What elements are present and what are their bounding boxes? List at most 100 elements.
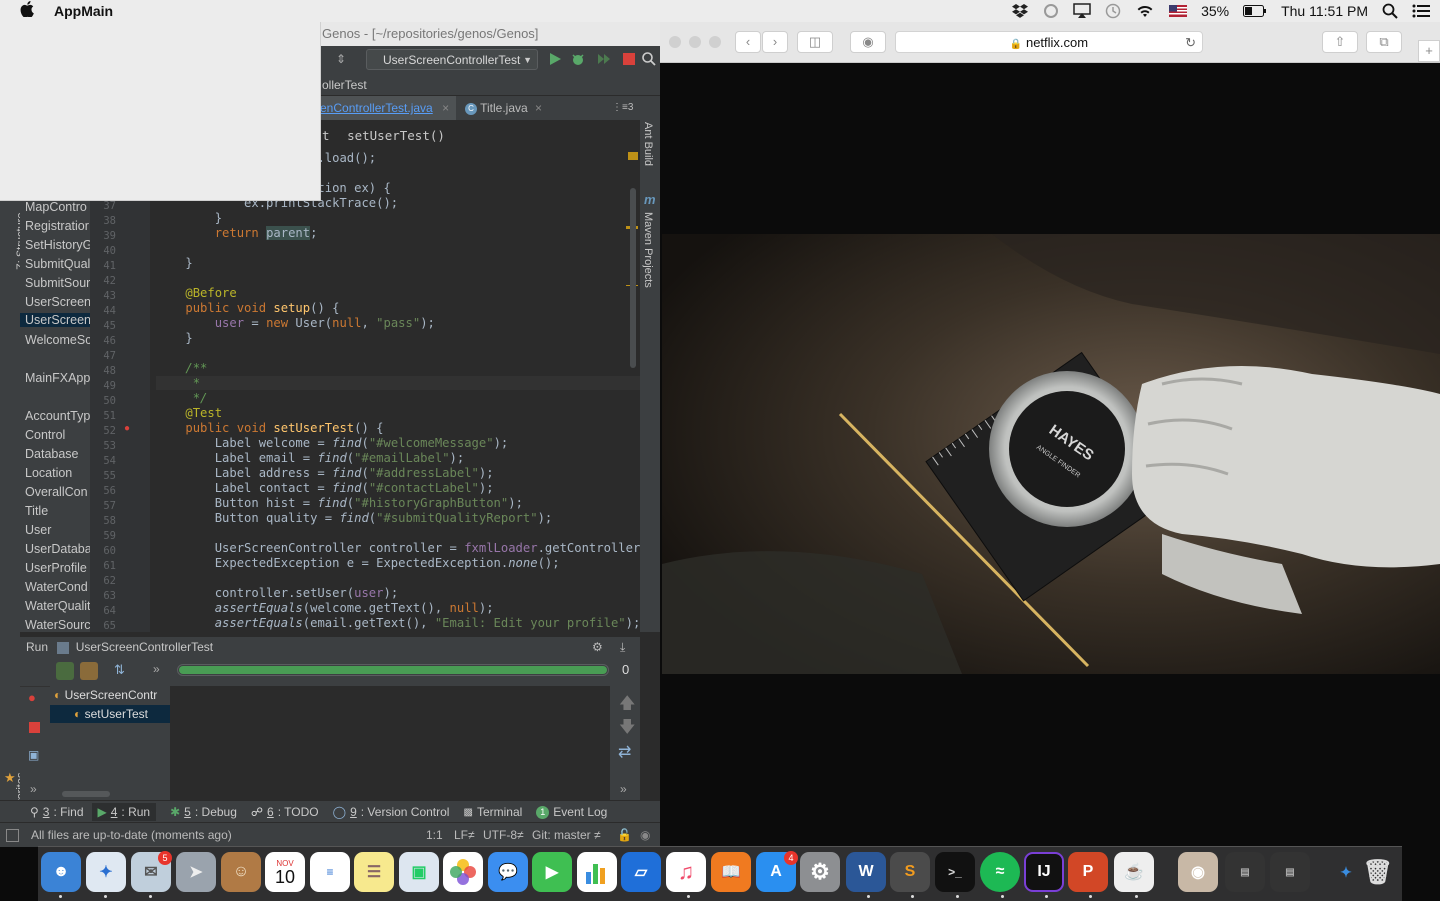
project-item[interactable]: AccountTyp xyxy=(25,409,90,423)
dropbox-icon[interactable] xyxy=(1011,3,1029,19)
airplay-icon[interactable] xyxy=(1073,3,1091,19)
preview-icon[interactable]: ▣ xyxy=(399,852,439,892)
rerun-failed-icon[interactable]: ● xyxy=(28,690,36,705)
sort-icon[interactable]: ⇅ xyxy=(114,662,125,678)
calendar-icon[interactable]: NOV 10 xyxy=(265,852,305,892)
privacy-button[interactable]: ◉ xyxy=(850,31,886,53)
run-icon[interactable] xyxy=(548,52,562,66)
search-icon[interactable] xyxy=(641,51,657,67)
messages-icon[interactable]: 💬 xyxy=(488,852,528,892)
project-item[interactable]: Registratior xyxy=(25,219,89,233)
project-item[interactable]: UserScreen xyxy=(25,295,90,309)
status-message[interactable]: All files are up-to-date (moments ago) xyxy=(31,823,232,847)
inspector-icon[interactable]: ◉ xyxy=(640,823,650,847)
word-icon[interactable]: W xyxy=(846,852,886,892)
tree-scrollbar[interactable] xyxy=(62,791,110,797)
cursor-position[interactable]: 1:1 xyxy=(426,823,443,847)
app-name[interactable]: AppMain xyxy=(54,3,113,19)
tab-find[interactable]: ⚲ 3: Find xyxy=(30,805,84,819)
us-flag-icon[interactable] xyxy=(1169,5,1188,17)
project-item[interactable]: WaterSourc xyxy=(25,618,90,632)
project-item[interactable]: WelcomeSc xyxy=(25,333,90,347)
finder-icon[interactable]: ☻ xyxy=(41,852,81,892)
gear-icon[interactable]: ⚙ xyxy=(592,637,603,657)
terminal-icon[interactable]: >_ xyxy=(935,852,975,892)
more-icon[interactable]: » xyxy=(30,782,37,796)
spotify-icon[interactable]: ≈ xyxy=(980,852,1020,892)
tab-controller-test[interactable]: enControllerTest.java × xyxy=(320,96,456,120)
project-item[interactable]: User xyxy=(25,523,51,537)
project-item[interactable]: SetHistoryG xyxy=(25,238,90,252)
sublime-text-icon[interactable]: S xyxy=(890,852,930,892)
keynote-icon[interactable]: ▱ xyxy=(621,852,661,892)
lock-icon[interactable]: 🔓 xyxy=(617,823,632,847)
project-item[interactable]: Database xyxy=(25,447,79,461)
notes-icon[interactable]: ☰ xyxy=(354,852,394,892)
system-preferences-icon[interactable]: ⚙ xyxy=(800,852,840,892)
photo-booth-icon[interactable]: ◉ xyxy=(1178,852,1218,892)
notification-center-icon[interactable] xyxy=(1412,4,1430,18)
tabs-overview-button[interactable]: ⧉ xyxy=(1366,31,1402,53)
code-editor[interactable]: fxmlLoader.load(); parent; } catch (Exce… xyxy=(150,148,640,632)
tab-todo[interactable]: ☍ 6: TODO xyxy=(251,805,319,819)
down-arrow-icon[interactable]: 🡇 xyxy=(619,716,635,743)
contacts-icon[interactable]: ☺ xyxy=(221,852,261,892)
tab-debug[interactable]: ✱ 5: Debug xyxy=(170,805,237,819)
project-item[interactable]: WaterQualit xyxy=(25,599,90,613)
minimize-window-button[interactable] xyxy=(689,36,701,48)
ibooks-icon[interactable]: 📖 xyxy=(711,852,751,892)
tab-run[interactable]: ▶ 4: Run xyxy=(91,803,157,821)
apple-icon[interactable] xyxy=(20,0,38,22)
sidebar-button[interactable]: ◫ xyxy=(797,31,833,53)
more-icon[interactable]: » xyxy=(620,782,627,796)
video-player[interactable]: HAYES ANGLE FINDER xyxy=(662,234,1440,674)
run-console[interactable] xyxy=(170,686,610,800)
close-icon[interactable]: × xyxy=(442,101,449,115)
clock[interactable]: Thu 11:51 PM xyxy=(1281,3,1368,19)
minimized-window-icon[interactable]: ▤ xyxy=(1270,852,1310,892)
test-tree-item-selected[interactable]: ◐ setUserTest xyxy=(50,705,170,723)
project-item[interactable]: MainFXApp xyxy=(25,371,90,385)
file-encoding[interactable]: UTF-8≠ xyxy=(483,823,524,847)
breadcrumb[interactable]: ollerTest xyxy=(320,74,660,96)
address-bar[interactable]: 🔒 netflix.com ↻ xyxy=(895,31,1203,53)
sync-icon[interactable] xyxy=(1043,3,1059,19)
git-branch[interactable]: Git: master ≠ xyxy=(532,823,601,847)
project-item[interactable]: SubmitSour xyxy=(25,276,90,290)
tab-event-log[interactable]: 1 Event Log xyxy=(536,805,607,819)
project-item[interactable]: UserProfile xyxy=(25,561,87,575)
show-ignored-icon[interactable] xyxy=(80,662,98,680)
reload-icon[interactable]: ↻ xyxy=(1185,32,1196,54)
camera-icon[interactable]: ▣ xyxy=(28,748,39,762)
line-separator[interactable]: LF≠ xyxy=(454,823,475,847)
reminders-icon[interactable]: ≡ xyxy=(310,852,350,892)
hide-panel-icon[interactable]: ⤓ xyxy=(620,637,625,657)
project-item[interactable]: WaterCond xyxy=(25,580,88,594)
run-config-select[interactable]: UserScreenControllerTest ▼ xyxy=(366,49,538,70)
trash-icon[interactable]: 🗑 xyxy=(1358,852,1398,892)
photos-icon[interactable] xyxy=(443,852,483,892)
maven-tool-tab[interactable]: Maven Projects xyxy=(642,212,654,288)
share-button[interactable]: ⇧ xyxy=(1322,31,1358,53)
more-icon[interactable]: » xyxy=(153,662,160,676)
time-machine-icon[interactable] xyxy=(1105,3,1121,19)
stop-icon[interactable] xyxy=(622,52,636,66)
intellij-icon[interactable]: IJ xyxy=(1024,852,1064,892)
project-item[interactable]: Control xyxy=(25,428,65,442)
spotlight-icon[interactable] xyxy=(1382,3,1398,19)
itunes-icon[interactable]: ♫ xyxy=(666,852,706,892)
tool-windows-icon[interactable] xyxy=(6,829,19,842)
battery-icon[interactable] xyxy=(1243,5,1267,17)
project-item[interactable]: MapContro xyxy=(25,200,87,214)
java-icon[interactable]: ☕ xyxy=(1114,852,1154,892)
powerpoint-icon[interactable]: P xyxy=(1068,852,1108,892)
project-item-selected[interactable]: UserScreen xyxy=(20,313,90,327)
warning-marker[interactable] xyxy=(628,152,638,160)
minimized-window-icon[interactable]: ▤ xyxy=(1225,852,1265,892)
safari-icon[interactable]: ✦ xyxy=(86,852,126,892)
close-icon[interactable]: × xyxy=(535,101,542,115)
close-window-button[interactable] xyxy=(669,36,681,48)
up-arrow-icon[interactable]: 🡅 xyxy=(619,692,635,719)
method-breadcrumb[interactable]: t setUserTest() xyxy=(320,124,640,149)
facetime-icon[interactable]: ▶ xyxy=(532,852,572,892)
